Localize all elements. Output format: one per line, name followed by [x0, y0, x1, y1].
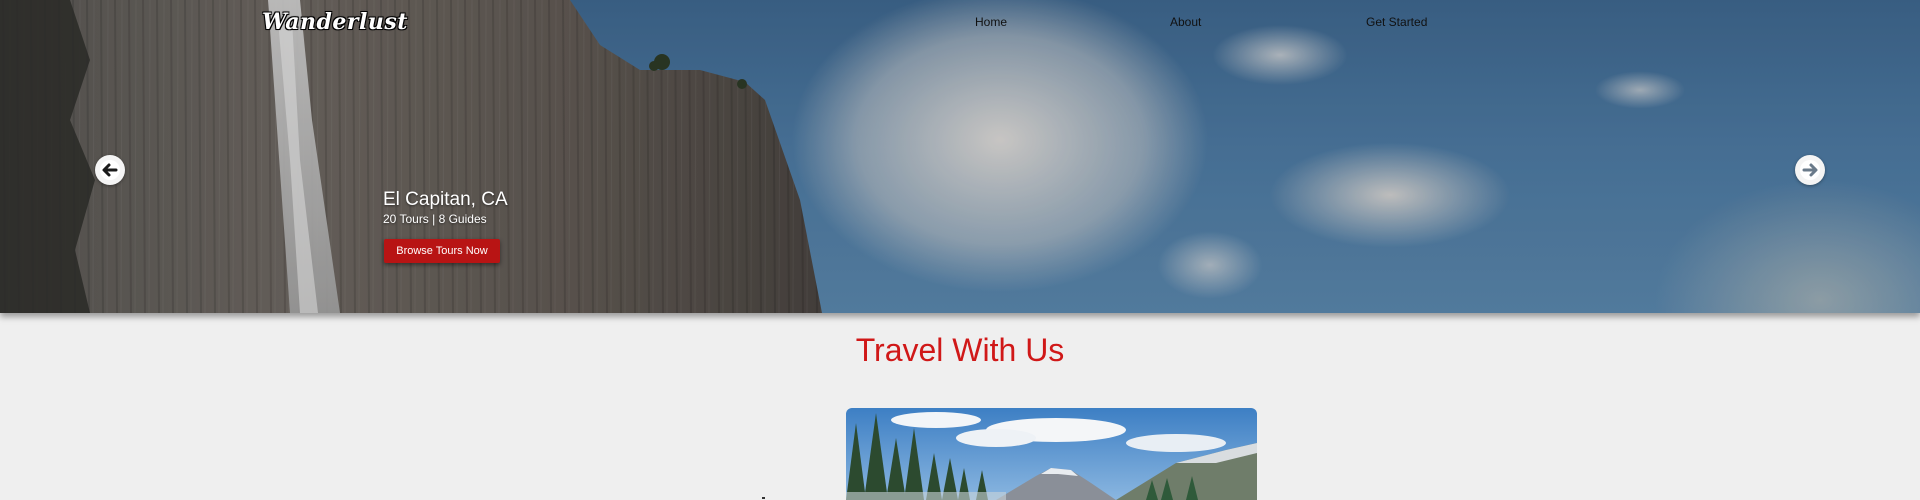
hero-title: El Capitan, CA — [383, 189, 508, 210]
nav-link-get-started[interactable]: Get Started — [1366, 15, 1427, 29]
tour-card-image[interactable] — [846, 408, 1257, 500]
carousel-prev-button[interactable] — [95, 155, 125, 185]
arrow-right-icon — [1800, 160, 1820, 180]
carousel-next-button[interactable] — [1795, 155, 1825, 185]
hero-banner: Wanderlust Home About Get Started El Cap… — [0, 0, 1920, 313]
hero-subtitle: 20 Tours | 8 Guides — [383, 212, 487, 226]
nav-link-home[interactable]: Home — [975, 15, 1007, 29]
wanderlust-logo[interactable]: Wanderlust — [262, 9, 408, 35]
hero-overlay — [0, 0, 1920, 313]
arrow-left-icon — [100, 160, 120, 180]
section-title: Travel With Us — [855, 332, 1065, 368]
lake-mountain-image — [846, 408, 1257, 500]
nav-link-about[interactable]: About — [1170, 15, 1201, 29]
browse-tours-button[interactable]: Browse Tours Now — [384, 239, 500, 263]
decorative-mark — [762, 497, 765, 499]
